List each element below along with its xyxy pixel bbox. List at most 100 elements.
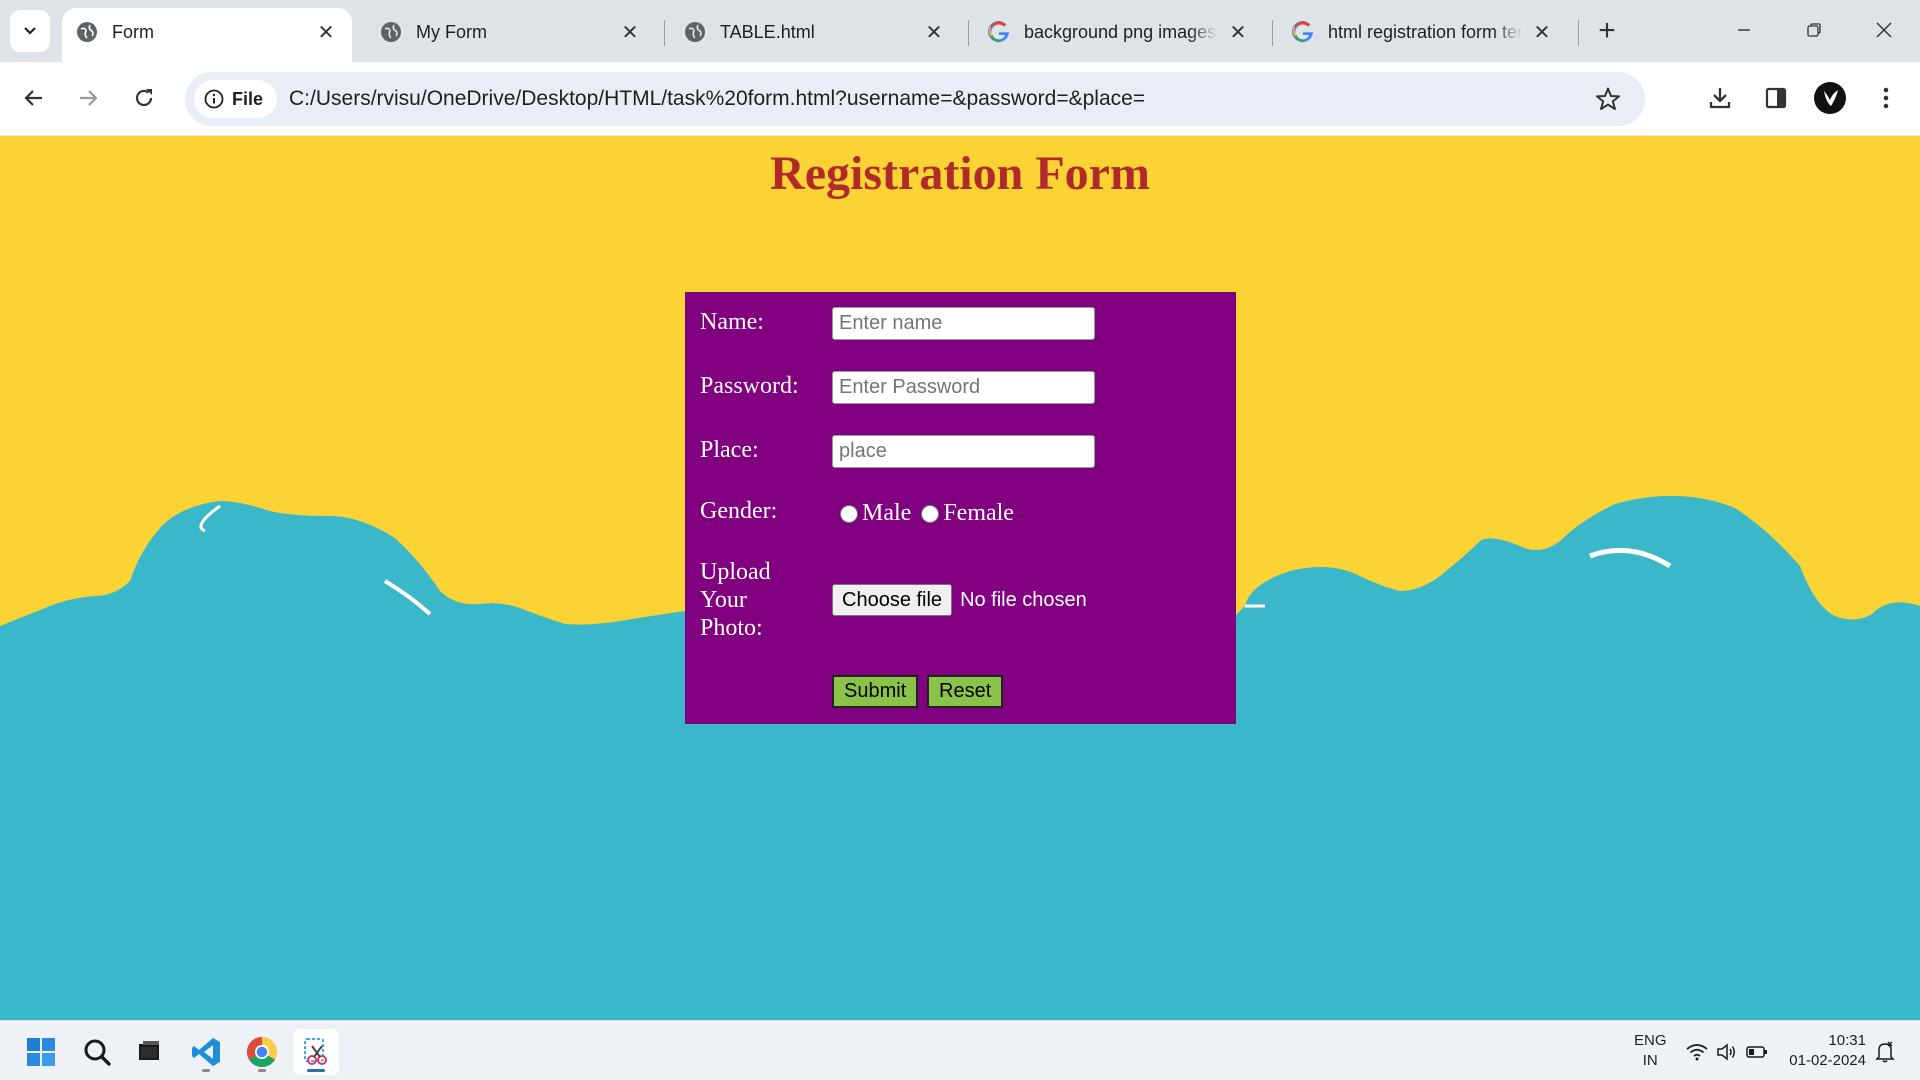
- tab-form[interactable]: Form ✕: [62, 8, 352, 62]
- google-icon: [1292, 21, 1314, 43]
- search-icon[interactable]: [74, 1029, 120, 1075]
- side-panel-button[interactable]: [1758, 80, 1794, 116]
- tab-html-registration-form[interactable]: html registration form ten ✕: [1278, 8, 1568, 62]
- close-icon[interactable]: ✕: [314, 20, 338, 44]
- close-icon: [1876, 22, 1892, 38]
- site-info-label: File: [232, 88, 264, 109]
- tab-background-png-images[interactable]: background png images f ✕: [974, 8, 1264, 62]
- tab-title: My Form: [416, 21, 487, 42]
- vscode-icon[interactable]: [183, 1029, 229, 1075]
- close-icon[interactable]: ✕: [618, 20, 642, 44]
- snipping-tool-icon[interactable]: [293, 1029, 339, 1075]
- gender-male-radio[interactable]: [840, 504, 858, 523]
- place-input[interactable]: [832, 435, 1095, 468]
- close-icon[interactable]: ✕: [1226, 20, 1250, 44]
- name-label: Name:: [700, 309, 764, 335]
- back-button[interactable]: [14, 78, 54, 118]
- tab-table-html[interactable]: TABLE.html ✕: [670, 8, 960, 62]
- tab-my-form[interactable]: My Form ✕: [366, 8, 656, 62]
- region-code: IN: [1642, 1052, 1658, 1069]
- restore-button[interactable]: [1784, 10, 1844, 50]
- address-bar[interactable]: File C:/Users/rvisu/OneDrive/Desktop/HTM…: [185, 72, 1645, 126]
- downloads-button[interactable]: [1702, 80, 1738, 116]
- submit-button[interactable]: Submit: [832, 675, 919, 708]
- upload-label-line: Upload: [700, 559, 771, 585]
- globe-icon: [380, 21, 402, 43]
- battery-icon[interactable]: [1746, 1041, 1768, 1063]
- tab-separator: [968, 20, 969, 46]
- globe-icon: [76, 21, 98, 43]
- more-vertical-icon: [1883, 87, 1889, 109]
- close-icon[interactable]: ✕: [1530, 20, 1554, 44]
- google-icon: [988, 21, 1010, 43]
- globe-icon: [684, 21, 706, 43]
- star-icon: [1596, 87, 1620, 110]
- gender-male-label: Male: [862, 500, 912, 526]
- tab-separator: [1272, 20, 1273, 46]
- arrow-left-icon: [24, 90, 42, 106]
- clock-date: 01-02-2024: [1789, 1052, 1866, 1069]
- site-info-chip[interactable]: File: [194, 80, 278, 118]
- close-window-button[interactable]: [1854, 10, 1914, 50]
- arrow-right-icon: [80, 90, 98, 106]
- windows-taskbar: ENG IN 10:31 01-02-2024: [0, 1020, 1920, 1080]
- tab-title: html registration form ten: [1328, 21, 1522, 42]
- bookmark-button[interactable]: [1593, 84, 1623, 114]
- avatar: [1814, 82, 1846, 114]
- reset-button[interactable]: Reset: [927, 675, 1004, 708]
- gender-female-radio[interactable]: [921, 504, 940, 523]
- upload-label-line: Your: [700, 587, 747, 613]
- info-icon: [204, 89, 224, 109]
- close-icon[interactable]: ✕: [922, 20, 946, 44]
- file-explorer-icon[interactable]: [126, 1029, 172, 1075]
- active-indicator: [307, 1069, 325, 1072]
- clock-time: 10:31: [1828, 1032, 1866, 1049]
- plus-icon: +: [1598, 14, 1616, 47]
- notification-bell-icon[interactable]: [1874, 1041, 1896, 1063]
- tab-title: background png images f: [1024, 21, 1218, 42]
- minimize-icon: [1738, 29, 1750, 31]
- registration-form: Name: Password: Place: Gender: Male Fema…: [685, 292, 1236, 724]
- reload-icon: [135, 89, 153, 107]
- choose-file-button[interactable]: Choose file: [832, 584, 953, 616]
- name-input[interactable]: [832, 307, 1095, 340]
- forward-button[interactable]: [68, 78, 108, 118]
- gender-female-label: Female: [943, 500, 1014, 526]
- place-label: Place:: [700, 437, 759, 463]
- chrome-icon[interactable]: [239, 1029, 285, 1075]
- download-icon: [1709, 88, 1731, 109]
- running-indicator: [202, 1069, 210, 1072]
- windows-start-icon[interactable]: [18, 1029, 64, 1075]
- side-panel-icon: [1765, 87, 1787, 109]
- gender-label: Gender:: [700, 498, 778, 524]
- tab-separator: [664, 20, 665, 46]
- tab-title: Form: [112, 21, 154, 42]
- profile-button[interactable]: [1812, 80, 1848, 116]
- volume-icon[interactable]: [1716, 1041, 1738, 1063]
- browser-menu-button[interactable]: [1868, 80, 1904, 116]
- url-text[interactable]: C:/Users/rvisu/OneDrive/Desktop/HTML/tas…: [289, 87, 1145, 111]
- browser-toolbar: File C:/Users/rvisu/OneDrive/Desktop/HTM…: [0, 62, 1920, 136]
- new-tab-button[interactable]: +: [1590, 14, 1624, 48]
- running-indicator: [258, 1069, 266, 1072]
- chevron-down-icon: [24, 27, 36, 35]
- wifi-icon[interactable]: [1686, 1041, 1708, 1063]
- page-title: Registration Form: [770, 147, 1150, 200]
- password-label: Password:: [700, 373, 799, 399]
- page-viewport: Registration Form Name: Password: Place:…: [0, 136, 1920, 1020]
- system-clock[interactable]: 10:31 01-02-2024: [1784, 1031, 1866, 1071]
- minimize-button[interactable]: [1714, 10, 1774, 50]
- language-code: ENG: [1634, 1032, 1667, 1049]
- language-indicator[interactable]: ENG IN: [1634, 1031, 1667, 1071]
- restore-icon: [1807, 23, 1821, 37]
- reload-button[interactable]: [124, 78, 164, 118]
- tab-title: TABLE.html: [720, 21, 815, 42]
- gender-options: Male Female: [840, 500, 1014, 527]
- browser-tab-strip: Form ✕ My Form ✕ TABLE.html ✕ background…: [0, 0, 1920, 62]
- upload-label-line: Photo:: [700, 615, 763, 641]
- password-input[interactable]: [832, 371, 1095, 404]
- tab-search-button[interactable]: [10, 10, 50, 52]
- tab-separator: [1578, 20, 1579, 46]
- photo-file-input: Choose file No file chosen: [832, 584, 1087, 616]
- file-status: No file chosen: [960, 588, 1087, 611]
